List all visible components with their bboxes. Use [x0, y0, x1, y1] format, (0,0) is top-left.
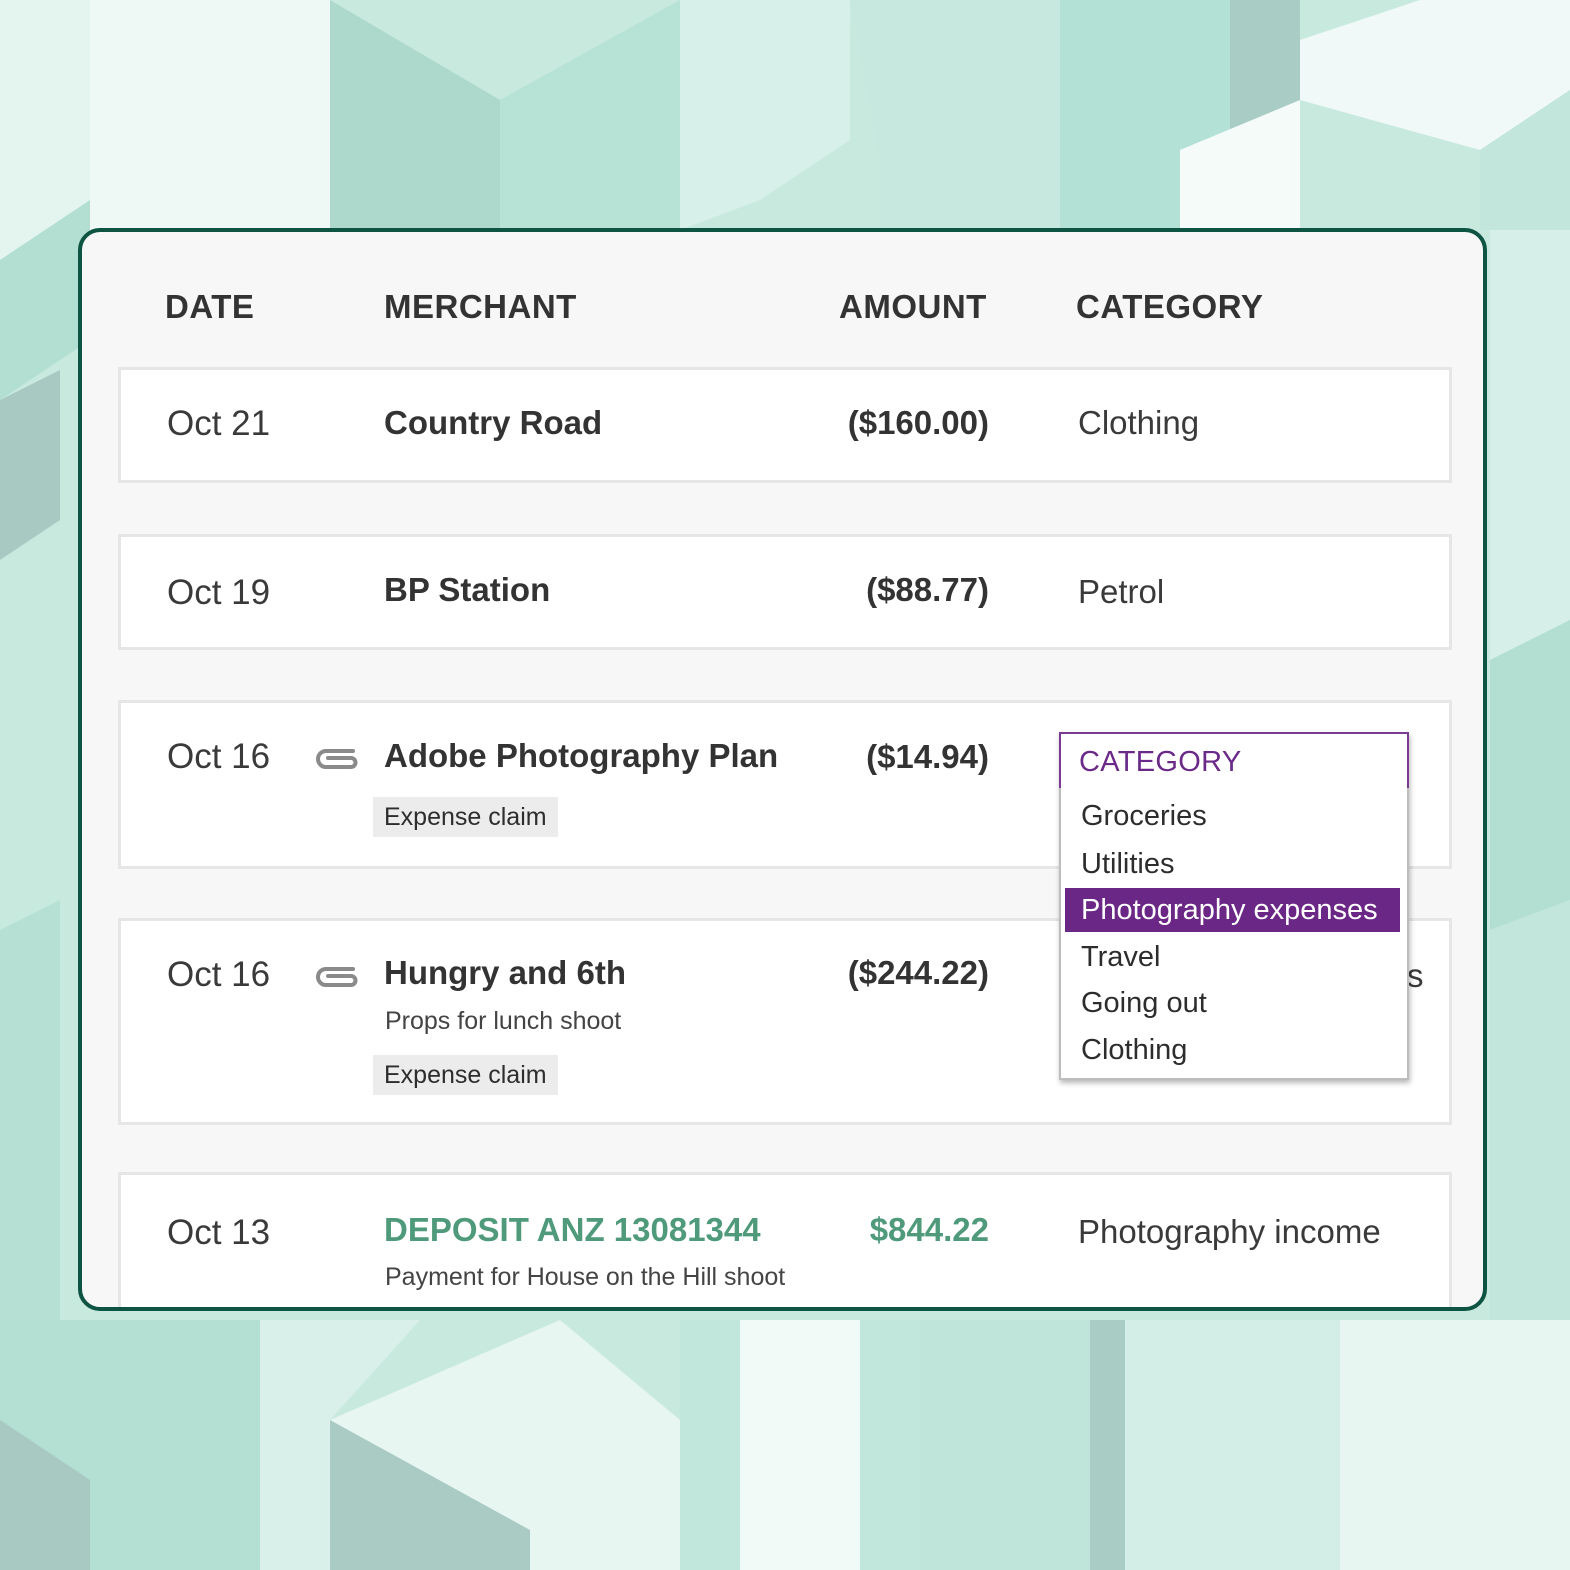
transactions-panel: DATE MERCHANT AMOUNT CATEGORY Oct 21 Cou… [78, 228, 1487, 1311]
category-dropdown-header[interactable]: CATEGORY [1059, 732, 1409, 788]
row-amount: $844.22 [869, 1211, 989, 1248]
row-category[interactable]: Photography income [1078, 1213, 1381, 1251]
category-option-travel[interactable]: Travel [1065, 935, 1400, 979]
row-merchant[interactable]: Adobe Photography Plan [384, 737, 778, 775]
category-option-going-out[interactable]: Going out [1065, 981, 1400, 1025]
header-merchant[interactable]: MERCHANT [384, 288, 577, 326]
expense-claim-tag[interactable]: Expense claim [373, 797, 558, 837]
row-date: Oct 13 [167, 1213, 271, 1252]
category-option-groceries[interactable]: Groceries [1065, 794, 1400, 838]
row-amount: ($160.00) [847, 404, 989, 441]
category-option-clothing[interactable]: Clothing [1065, 1028, 1400, 1072]
row-merchant[interactable]: DEPOSIT ANZ 13081344 [384, 1211, 761, 1249]
paperclip-icon[interactable] [313, 745, 359, 773]
category-option-utilities[interactable]: Utilities [1065, 842, 1400, 886]
row-amount: ($14.94) [866, 738, 989, 775]
expense-claim-tag[interactable]: Expense claim [373, 1055, 558, 1095]
header-date[interactable]: DATE [165, 288, 254, 326]
category-option-photography-expenses[interactable]: Photography expenses [1065, 888, 1400, 932]
transaction-row[interactable]: Oct 13 DEPOSIT ANZ 13081344 $844.22 Phot… [118, 1172, 1452, 1307]
row-note: Props for lunch shoot [385, 1007, 622, 1035]
row-category[interactable]: Petrol [1078, 573, 1164, 611]
row-merchant[interactable]: Country Road [384, 404, 602, 442]
header-category[interactable]: CATEGORY [1076, 288, 1263, 326]
category-dropdown-title: CATEGORY [1079, 746, 1242, 778]
transaction-row[interactable]: Oct 21 Country Road ($160.00) Clothing [118, 367, 1452, 483]
row-date: Oct 19 [167, 573, 271, 612]
paperclip-icon[interactable] [313, 963, 359, 991]
row-date: Oct 16 [167, 955, 271, 994]
row-category-partial[interactable]: s [1407, 957, 1424, 995]
row-date: Oct 21 [167, 404, 271, 443]
row-amount: ($88.77) [866, 571, 989, 608]
row-merchant[interactable]: BP Station [384, 571, 550, 609]
row-amount: ($244.22) [847, 954, 989, 991]
row-note: Payment for House on the Hill shoot [385, 1263, 786, 1291]
row-date: Oct 16 [167, 737, 271, 776]
category-dropdown[interactable]: CATEGORY Groceries Utilities Photography… [1059, 732, 1409, 1080]
header-amount[interactable]: AMOUNT [839, 288, 987, 326]
row-category[interactable]: Clothing [1078, 404, 1199, 442]
transaction-row[interactable]: Oct 19 BP Station ($88.77) Petrol [118, 534, 1452, 650]
row-merchant[interactable]: Hungry and 6th [384, 954, 626, 992]
